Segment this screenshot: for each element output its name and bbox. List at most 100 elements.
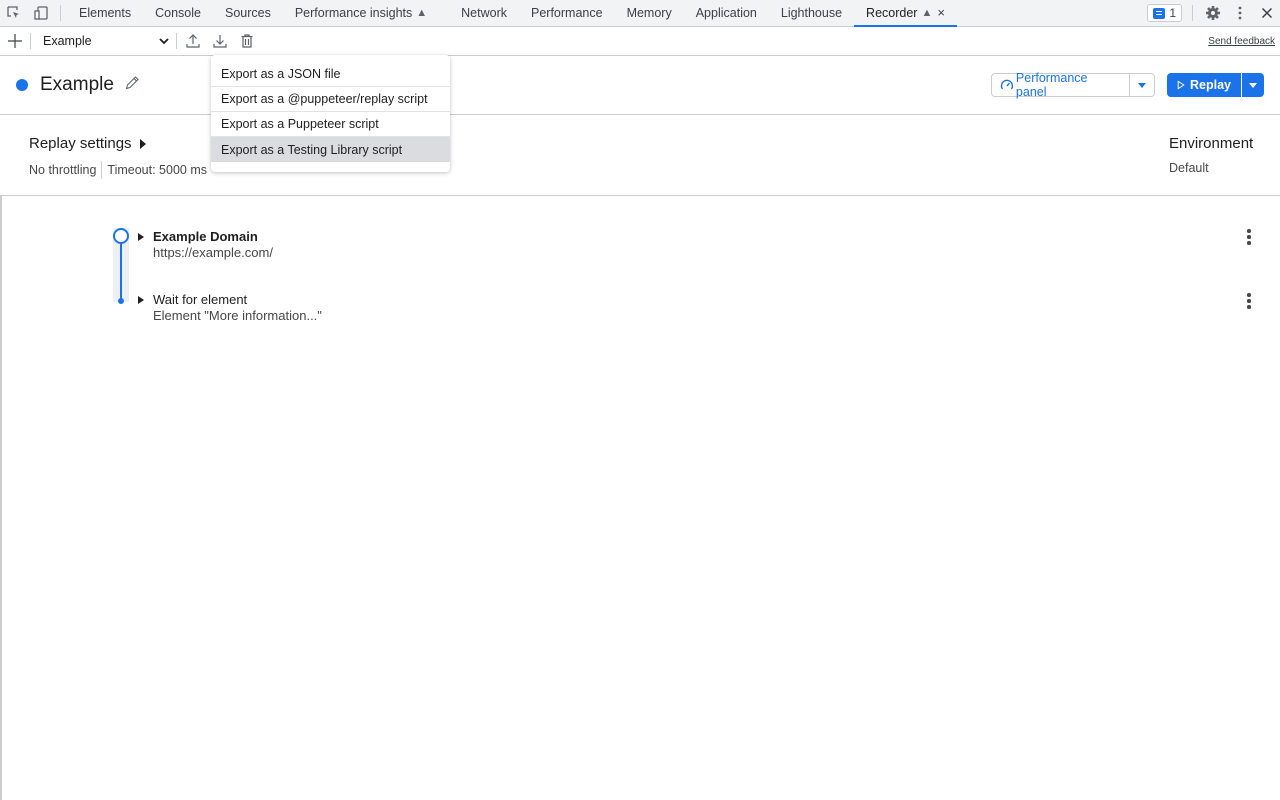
performance-panel-dropdown[interactable] [1130,82,1154,88]
step-title: Example Domain [153,229,258,244]
tab-label: Elements [79,6,132,20]
caret-down-icon [1138,82,1146,88]
export-puppeteer-replay-item[interactable]: Export as a @puppeteer/replay script [211,87,450,112]
dot [1247,299,1251,303]
dot [1247,235,1251,239]
tab-label: Network [461,6,507,20]
step-navigate-marker [113,228,129,244]
tab-lighthouse[interactable]: Lighthouse [769,0,854,26]
replay-main[interactable]: Replay [1167,73,1242,97]
issues-count: 1 [1169,6,1176,20]
tab-performance-insights[interactable]: Performance insights ▲ [283,0,439,26]
inspect-element-icon [6,6,19,18]
throttling-value: No throttling [29,163,97,177]
recording-select[interactable]: Example [35,30,173,52]
play-icon [1177,80,1185,90]
replay-settings-toggle[interactable]: Replay settings [29,135,146,152]
divider [60,5,61,21]
kebab-menu-icon [1238,6,1241,20]
recording-status-dot [16,79,28,91]
expand-step-icon[interactable] [138,232,144,241]
more-options-button[interactable] [1226,0,1253,26]
replay-settings-section: Replay settings No throttling Timeout: 5… [0,115,1280,196]
export-testing-library-item[interactable]: Export as a Testing Library script [211,137,450,162]
close-icon [1261,7,1272,19]
export-json-item[interactable]: Export as a JSON file [211,62,450,87]
recording-select-value: Example [43,34,92,48]
performance-panel-label: Performance panel [1015,71,1088,99]
device-toolbar-button[interactable] [27,0,54,26]
devtools-tabbar: Elements Console Sources Performance ins… [0,0,1280,27]
experiment-flask-icon: ▲ [921,6,933,19]
experiment-flask-icon: ▲ [416,7,428,19]
send-feedback-link[interactable]: Send feedback [1208,36,1275,47]
tab-elements[interactable]: Elements [67,0,143,26]
step-actions-button[interactable] [1243,227,1255,247]
chevron-down-icon [159,38,169,45]
close-tab-icon[interactable]: × [937,5,945,20]
pencil-icon [125,75,139,89]
step-subtitle: Element "More information..." [153,308,322,323]
recording-title[interactable]: Example [40,74,114,96]
gear-icon [1205,6,1220,20]
right-tools: 1 [1147,0,1280,26]
replay-settings-summary: No throttling Timeout: 5000 ms [29,161,207,179]
plus-icon [8,34,22,48]
dot [1247,293,1251,297]
step-wait-marker [118,298,124,304]
performance-panel-button[interactable]: Performance panel [991,71,1155,99]
tab-label: Sources [224,6,271,20]
tab-label: Recorder [866,5,918,20]
import-recording-button[interactable] [179,27,206,55]
step-subtitle: https://example.com/ [153,245,273,260]
close-devtools-button[interactable] [1253,0,1280,26]
step-title: Wait for element [153,292,248,307]
step-item[interactable]: Wait for element Element "More informati… [138,292,322,323]
create-recording-button[interactable] [0,27,30,55]
step-actions-button[interactable] [1243,291,1255,311]
tab-recorder[interactable]: Recorder ▲ × [854,0,957,27]
issues-counter-button[interactable]: 1 [1147,4,1182,22]
tab-label: Memory [626,6,672,20]
tab-performance[interactable]: Performance [519,0,615,26]
settings-button[interactable] [1199,0,1226,26]
tab-console[interactable]: Console [143,0,213,26]
step-item[interactable]: Example Domain https://example.com/ [138,229,273,260]
tab-memory[interactable]: Memory [615,0,684,26]
export-recording-button[interactable] [206,27,233,55]
divider [1192,5,1193,21]
dot [1247,229,1251,233]
expand-step-icon[interactable] [138,295,144,304]
replay-settings-title: Replay settings [29,135,132,152]
tab-network[interactable]: Network [449,0,519,26]
download-icon [212,35,227,48]
divider [30,33,31,49]
divider [176,33,177,49]
inspect-element-button[interactable] [0,0,27,26]
edit-title-button[interactable] [124,75,140,96]
recorder-toolbar: Example Send feedback [0,27,1280,56]
performance-panel-main[interactable]: Performance panel [992,71,1130,99]
tab-label: Console [155,6,201,20]
tab-label: Application [695,6,757,20]
tab-label: Performance insights [294,6,413,20]
replay-dropdown[interactable] [1242,82,1264,88]
upload-icon [185,34,200,48]
timeout-value: Timeout: 5000 ms [107,163,207,177]
tab-application[interactable]: Application [684,0,769,26]
caret-down-icon [1249,82,1257,88]
export-puppeteer-item[interactable]: Export as a Puppeteer script [211,112,450,137]
tab-label: Lighthouse [780,6,843,20]
speedometer-icon [1000,79,1014,90]
environment-title: Environment [1169,135,1254,152]
tab-label: Performance [531,6,603,20]
replay-label: Replay [1190,78,1231,92]
tab-sources[interactable]: Sources [213,0,283,26]
delete-recording-button[interactable] [233,27,260,55]
replay-button[interactable]: Replay [1167,73,1264,97]
panel-left-border [0,196,2,800]
timeline-line [120,242,122,300]
dot [1247,241,1251,245]
recording-header: Example Performance panel Replay [0,56,1280,115]
device-icon [33,6,48,20]
